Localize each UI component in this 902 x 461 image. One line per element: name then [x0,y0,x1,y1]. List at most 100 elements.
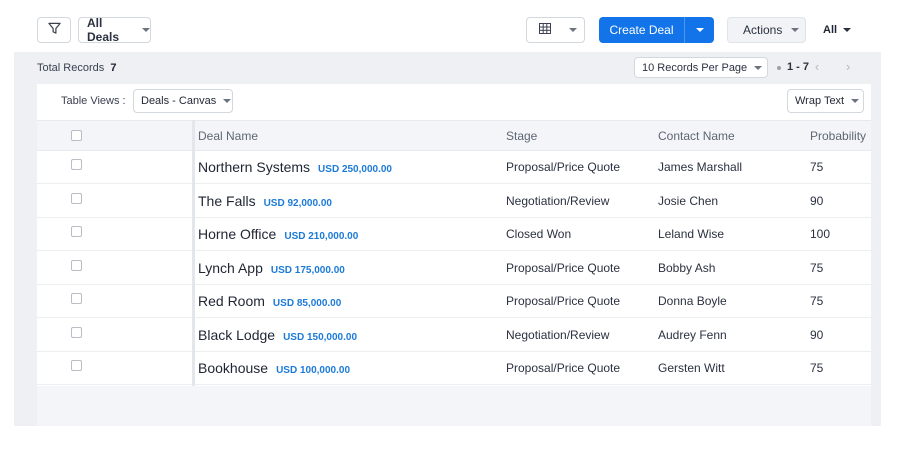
stage-cell: Proposal/Price Quote [506,294,621,308]
row-checkbox[interactable] [71,192,82,204]
deals-table-card: Table Views : Deals - Canvas Wrap Text D… [37,84,871,426]
deal-amount: USD 100,000.00 [276,365,351,376]
table-view-select[interactable]: Deals - Canvas [133,89,233,113]
stage-cell: Negotiation/Review [506,327,610,342]
row-checkbox[interactable] [71,293,82,304]
total-records: Total Records 7 [37,62,116,74]
records-per-page-select[interactable]: 10 Records Per Page [634,57,768,78]
chevron-down-icon [851,99,860,103]
records-per-page-label: 10 Records Per Page [642,61,748,74]
probability-cell: 90 [810,327,824,342]
deal-name[interactable]: Lynch App [198,260,263,276]
probability-cell: 75 [810,260,824,275]
contact-name-cell[interactable]: James Marshall [658,160,742,174]
table-row[interactable]: Red Room USD 85,000.00 Proposal/Price Quot… [37,285,871,318]
filter-button[interactable] [37,17,71,43]
deal-amount: USD 150,000.00 [283,331,358,343]
deal-name-cell[interactable]: Lynch App USD 175,000.00 [198,260,345,276]
row-checkbox[interactable] [71,259,82,271]
create-deal-dropdown[interactable] [684,17,714,43]
all-label: All [823,24,838,36]
table-row[interactable]: Lynch App USD 175,000.00 Proposal/Price Qu… [37,252,871,285]
table-row[interactable]: The Falls USD 92,000.00 Negotiation/Review… [37,185,871,218]
create-deal-button[interactable]: Create Deal [599,17,714,43]
frozen-column-divider [192,120,195,388]
table-row[interactable]: Bookhouse USD 100,000.00 Proposal/Price Qu… [37,352,871,385]
probability-cell: 75 [810,160,824,174]
deal-amount: USD 92,000.00 [263,197,332,209]
page-range: 1 - 7 [787,61,810,73]
layout-view-button[interactable] [526,17,585,43]
table-views-label: Table Views : [61,95,126,107]
filter-icon [47,22,61,38]
table-view-selected: Deals - Canvas [141,95,217,107]
contact-name-cell[interactable]: Gersten Witt [658,361,725,375]
contact-name-cell[interactable]: Audrey Fenn [658,328,727,342]
chevron-down-icon [695,28,704,32]
create-deal-label[interactable]: Create Deal [599,17,684,43]
table-empty-area [37,386,871,426]
deal-amount: USD 250,000.00 [318,164,392,175]
table-header: Deal Name Stage Contact Name Probability [37,120,871,151]
chevron-down-icon [223,99,232,103]
all-dropdown[interactable]: All [823,24,852,36]
deal-name[interactable]: Black Lodge [198,327,275,343]
column-header-stage[interactable]: Stage [506,129,537,143]
wrap-text-label: Wrap Text [795,95,845,107]
column-header-probability[interactable]: Probability [810,129,866,143]
probability-cell: 100 [810,227,831,241]
actions-button[interactable]: Actions [727,17,806,43]
next-page-icon[interactable]: › [840,58,856,74]
contact-name-cell[interactable]: Josie Chen [658,194,718,208]
top-toolbar: All Deals Create Deal Actions All [0,0,902,52]
stage-cell: Closed Won [506,227,572,241]
deal-name-cell[interactable]: Black Lodge USD 150,000.00 [198,327,357,343]
select-all-checkbox[interactable] [71,130,82,141]
view-select-label: All Deals [87,16,120,44]
chevron-down-icon [791,28,800,32]
probability-cell: 90 [810,193,824,208]
table-icon [539,23,551,37]
deal-name[interactable]: Horne Office [198,226,276,242]
table-row[interactable]: Horne Office USD 210,000.00 Closed Won Lela… [37,218,871,251]
deal-amount: USD 85,000.00 [272,298,342,309]
chevron-down-icon [754,65,763,70]
chevron-down-icon [843,28,852,32]
deal-name-cell[interactable]: Red Room USD 85,000.00 [198,293,341,309]
stage-cell: Proposal/Price Quote [506,160,621,174]
stage-cell: Proposal/Price Quote [506,260,621,275]
contact-name-cell[interactable]: Leland Wise [658,227,724,241]
deal-name[interactable]: The Falls [198,193,256,209]
table-row[interactable]: Northern Systems USD 250,000.00 Proposal/P… [37,151,871,184]
contact-name-cell[interactable]: Donna Boyle [658,294,727,308]
row-checkbox[interactable] [71,326,82,338]
deal-amount: USD 175,000.00 [270,264,345,276]
stage-cell: Proposal/Price Quote [506,361,621,375]
deal-amount: USD 210,000.00 [284,231,359,242]
previous-page-icon[interactable]: ‹ [809,58,825,74]
row-checkbox[interactable] [71,360,82,371]
separator-dot [777,66,781,70]
row-checkbox[interactable] [71,226,82,237]
deal-name[interactable]: Bookhouse [198,360,268,376]
deal-name-cell[interactable]: Horne Office USD 210,000.00 [198,226,358,242]
deal-name-cell[interactable]: Bookhouse USD 100,000.00 [198,360,350,376]
total-records-label: Total Records [37,62,105,74]
view-select[interactable]: All Deals [78,16,151,44]
total-records-count: 7 [110,62,117,74]
deal-name[interactable]: Northern Systems [198,159,310,175]
wrap-text-button[interactable]: Wrap Text [787,89,864,113]
chevron-down-icon [569,28,577,32]
deal-name[interactable]: Red Room [198,293,265,309]
deal-name-cell[interactable]: Northern Systems USD 250,000.00 [198,159,392,175]
row-checkbox[interactable] [71,159,82,170]
table-row[interactable]: Black Lodge USD 150,000.00 Negotiation/Rev… [37,319,871,352]
column-header-contact-name[interactable]: Contact Name [658,129,735,143]
deal-name-cell[interactable]: The Falls USD 92,000.00 [198,193,332,209]
contact-name-cell[interactable]: Bobby Ash [658,261,715,275]
actions-label: Actions [743,23,783,37]
column-header-deal-name[interactable]: Deal Name [198,129,258,143]
probability-cell: 75 [810,361,824,375]
chevron-down-icon [142,28,150,32]
probability-cell: 75 [810,294,824,308]
